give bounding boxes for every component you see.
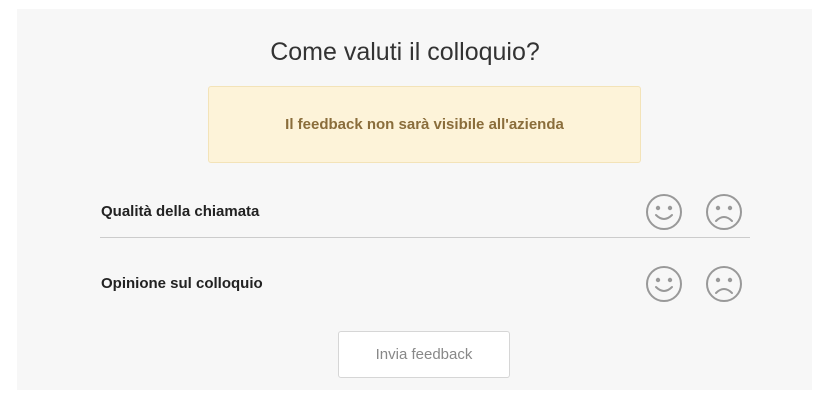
interview-opinion-label: Opinione sul colloquio: [101, 275, 263, 292]
call-quality-label: Qualità della chiamata: [101, 203, 260, 220]
call-quality-sad-icon[interactable]: [704, 192, 744, 232]
privacy-notice-text: Il feedback non sarà visibile all'aziend…: [285, 116, 564, 133]
call-quality-smiley-icon[interactable]: [644, 192, 684, 232]
send-feedback-button[interactable]: Invia feedback: [338, 331, 510, 378]
row-divider: [100, 237, 750, 238]
dialog-title: Come valuti il colloquio?: [270, 38, 540, 66]
interview-opinion-smiley-icon[interactable]: [644, 264, 684, 304]
interview-opinion-sad-icon[interactable]: [704, 264, 744, 304]
privacy-notice: Il feedback non sarà visibile all'aziend…: [208, 86, 641, 163]
